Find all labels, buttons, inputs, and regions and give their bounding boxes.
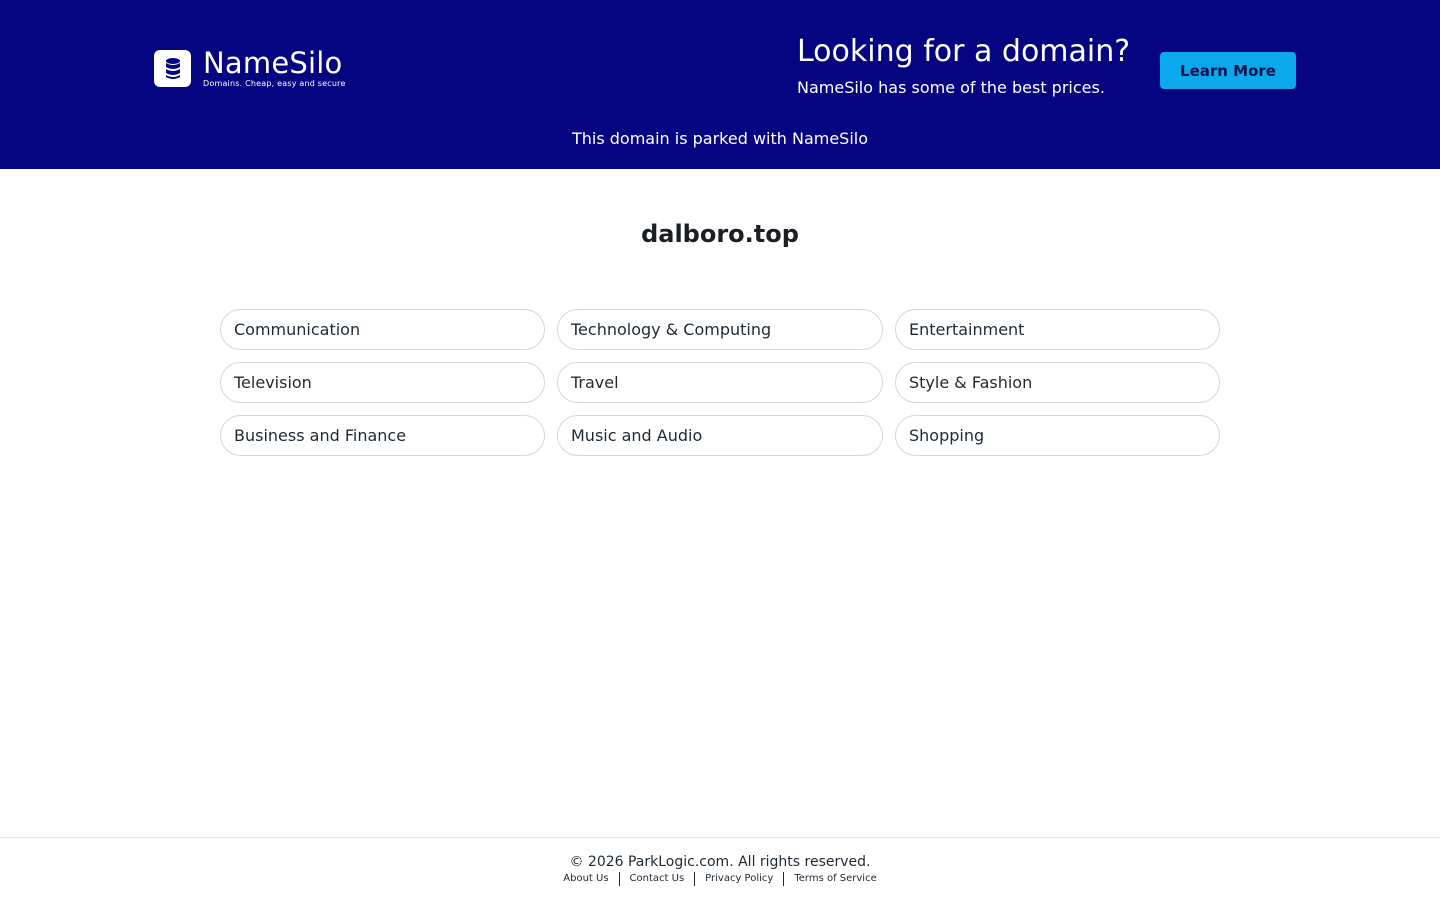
category-link[interactable]: Business and Finance xyxy=(220,415,545,456)
category-link[interactable]: Music and Audio xyxy=(557,415,883,456)
category-link[interactable]: Travel xyxy=(557,362,883,403)
terms-of-service-link[interactable]: Terms of Service xyxy=(784,872,886,886)
promo-block: Looking for a domain? NameSilo has some … xyxy=(797,34,1130,98)
namesilo-logo[interactable]: NameSilo Domains. Cheap, easy and secure xyxy=(154,48,346,89)
category-link[interactable]: Communication xyxy=(220,309,545,350)
category-link[interactable]: Style & Fashion xyxy=(895,362,1220,403)
header-banner: NameSilo Domains. Cheap, easy and secure… xyxy=(0,0,1440,169)
category-link[interactable]: Technology & Computing xyxy=(557,309,883,350)
database-icon xyxy=(154,50,191,87)
footer-links: About Us Contact Us Privacy Policy Terms… xyxy=(0,872,1440,886)
copyright-text: © 2026 ParkLogic.com. All rights reserve… xyxy=(569,854,871,870)
about-us-link[interactable]: About Us xyxy=(553,872,618,886)
privacy-policy-link[interactable]: Privacy Policy xyxy=(695,872,783,886)
parked-notice: This domain is parked with NameSilo xyxy=(571,129,869,148)
category-link[interactable]: Entertainment xyxy=(895,309,1220,350)
promo-title: Looking for a domain? xyxy=(797,34,1131,69)
footer: © 2026 ParkLogic.com. All rights reserve… xyxy=(0,837,1440,900)
promo-subtitle: NameSilo has some of the best prices. xyxy=(797,78,1105,97)
category-grid: Communication Technology & Computing Ent… xyxy=(220,309,1220,456)
logo-tagline: Domains. Cheap, easy and secure xyxy=(203,79,346,88)
domain-title: dalboro.top xyxy=(641,220,799,248)
category-link[interactable]: Shopping xyxy=(895,415,1220,456)
learn-more-button[interactable]: Learn More xyxy=(1160,52,1296,89)
category-link[interactable]: Television xyxy=(220,362,545,403)
contact-us-link[interactable]: Contact Us xyxy=(620,872,695,886)
logo-name: NameSilo xyxy=(203,46,343,80)
